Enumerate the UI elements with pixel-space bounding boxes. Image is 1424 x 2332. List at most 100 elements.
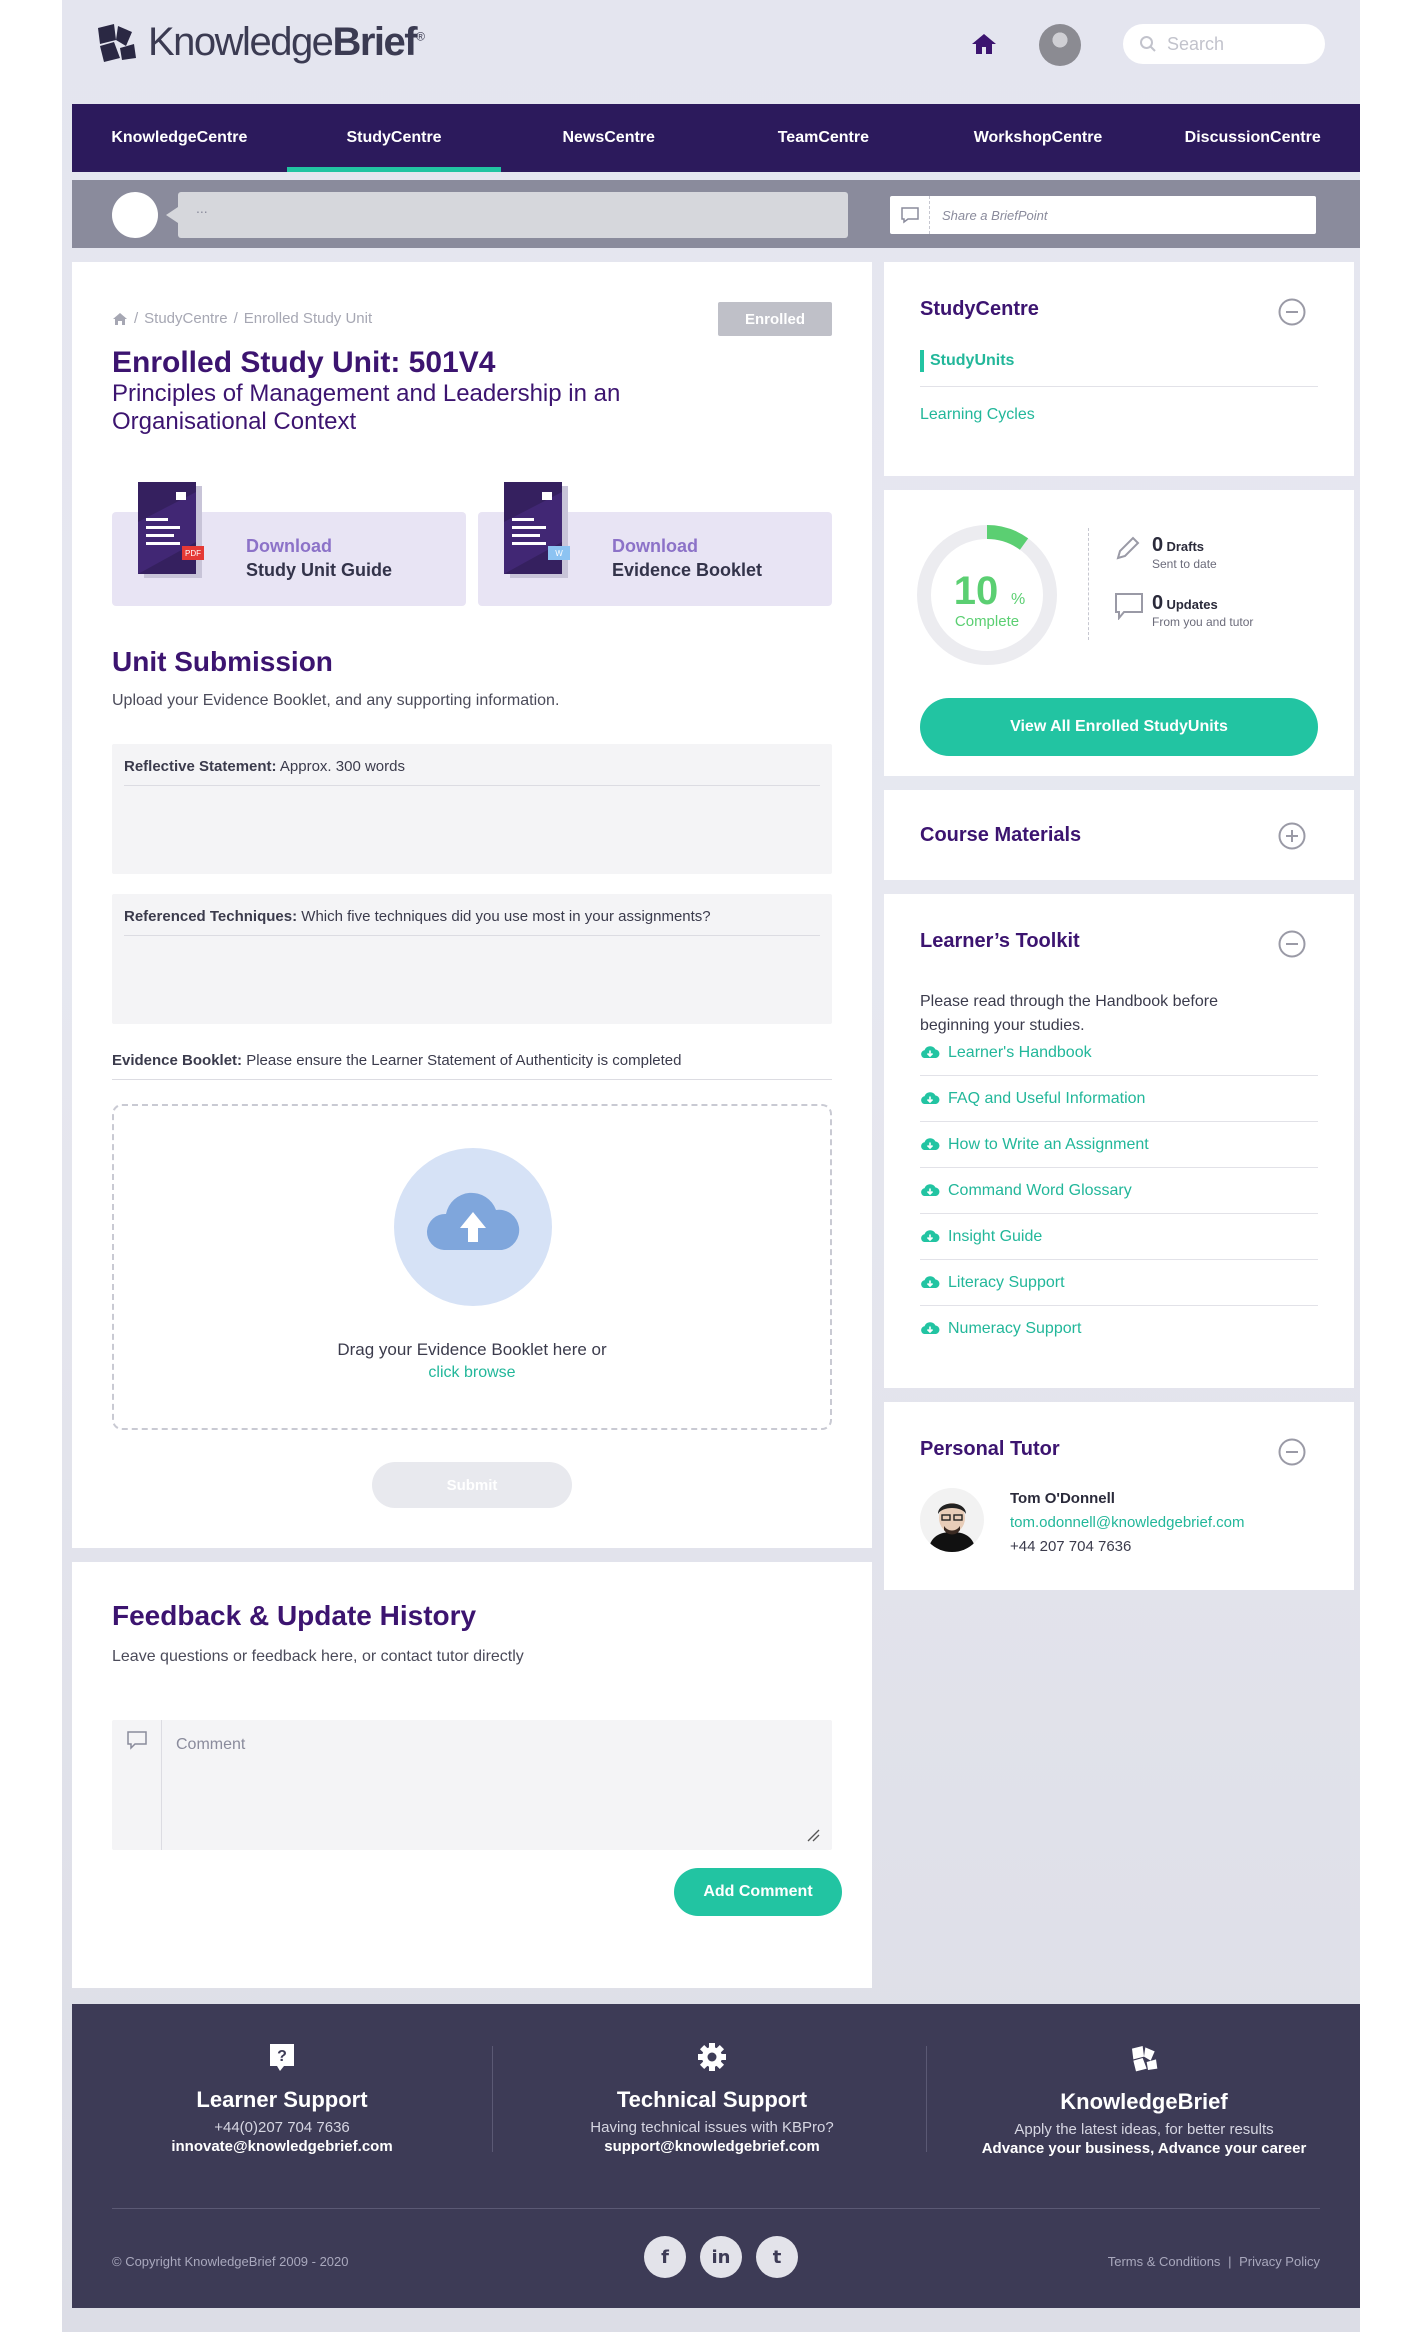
- progress-complete-label: Complete: [955, 613, 1019, 630]
- updates-stat: 0 Updates From you and tutor: [1152, 592, 1254, 629]
- toolkit-link-label: Literacy Support: [948, 1273, 1065, 1291]
- main-nav: KnowledgeCentre StudyCentre NewsCentre T…: [72, 104, 1360, 172]
- briefpoint-avatar: [112, 192, 158, 238]
- referenced-techniques-field[interactable]: Referenced Techniques: Which five techni…: [112, 894, 832, 1024]
- home-breadcrumb-icon[interactable]: [112, 312, 128, 326]
- toolkit-link-label: Numeracy Support: [948, 1320, 1082, 1337]
- view-all-studyunits-button[interactable]: View All Enrolled StudyUnits: [920, 698, 1318, 756]
- breadcrumb-studycentre[interactable]: StudyCentre: [144, 310, 227, 327]
- briefpoint-bar: ... Share a BriefPoint: [72, 180, 1360, 248]
- comment-input[interactable]: Comment: [112, 1720, 832, 1850]
- add-comment-button[interactable]: Add Comment: [674, 1868, 842, 1916]
- home-icon[interactable]: [968, 28, 1000, 60]
- search-box[interactable]: Search: [1123, 24, 1325, 64]
- expand-icon[interactable]: [1278, 822, 1306, 850]
- download-evidence-booklet[interactable]: W Download Evidence Booklet: [478, 482, 832, 606]
- reflective-statement-field[interactable]: Reflective Statement: Approx. 300 words: [112, 744, 832, 874]
- personal-tutor-panel: Personal Tutor Tom O'Donnell tom.odonnel…: [884, 1402, 1354, 1590]
- nav-newscentre[interactable]: NewsCentre: [501, 104, 716, 172]
- download-study-unit-guide[interactable]: PDF Download Study Unit Guide: [112, 482, 466, 606]
- learner-support-email[interactable]: innovate@knowledgebrief.com: [72, 2138, 492, 2155]
- learners-toolkit-panel: Learner’s Toolkit Please read through th…: [884, 894, 1354, 1388]
- active-indicator: [920, 350, 924, 372]
- toolkit-link[interactable]: Learner's Handbook: [920, 1030, 1318, 1076]
- facebook-icon[interactable]: f: [644, 2236, 686, 2278]
- toolkit-link-label: How to Write an Assignment: [948, 1135, 1149, 1153]
- share-briefpoint-input[interactable]: Share a BriefPoint: [890, 196, 1316, 234]
- tutor-avatar: [920, 1488, 984, 1552]
- toolkit-link[interactable]: How to Write an Assignment: [920, 1122, 1318, 1168]
- unit-submission-heading: Unit Submission: [112, 646, 333, 677]
- cloud-download-icon: [921, 1229, 940, 1242]
- cloud-download-icon: [921, 1045, 940, 1058]
- unit-title: Enrolled Study Unit: 501V4: [112, 346, 496, 379]
- collapse-icon[interactable]: [1278, 298, 1306, 326]
- dropzone-text: Drag your Evidence Booklet here or: [337, 1340, 607, 1359]
- footer-technical-support: Technical Support Having technical issue…: [502, 2042, 922, 2155]
- toolkit-link-label: Learner's Handbook: [948, 1043, 1092, 1061]
- evidence-dropzone[interactable]: Drag your Evidence Booklet here or click…: [112, 1104, 832, 1430]
- nav-workshopcentre[interactable]: WorkshopCentre: [931, 104, 1146, 172]
- collapse-icon[interactable]: [1278, 1438, 1306, 1466]
- studycentre-panel: StudyCentre StudyUnits Learning Cycles: [884, 262, 1354, 476]
- privacy-link[interactable]: Privacy Policy: [1239, 2254, 1320, 2269]
- nav-studycentre[interactable]: StudyCentre: [286, 104, 502, 172]
- linkedin-icon[interactable]: in: [700, 2236, 742, 2278]
- toolkit-link[interactable]: Numeracy Support: [920, 1306, 1318, 1352]
- header: KnowledgeBrief® Search: [62, 0, 1360, 104]
- unit-subtitle: Principles of Management and Leadership …: [112, 380, 621, 435]
- download-label: Download: [246, 536, 332, 556]
- toolkit-link[interactable]: FAQ and Useful Information: [920, 1076, 1318, 1122]
- nav-discussioncentre[interactable]: DiscussionCentre: [1145, 104, 1360, 172]
- nav-knowledgecentre[interactable]: KnowledgeCentre: [72, 104, 287, 172]
- cloud-download-icon: [921, 1137, 940, 1150]
- legal-links: Terms & Conditions | Privacy Policy: [1107, 2254, 1320, 2269]
- nav-teamcentre[interactable]: TeamCentre: [716, 104, 931, 172]
- terms-link[interactable]: Terms & Conditions: [1108, 2254, 1221, 2269]
- breadcrumb: / StudyCentre / Enrolled Study Unit: [112, 310, 372, 327]
- twitter-icon[interactable]: t: [756, 2236, 798, 2278]
- download-label: Download: [612, 536, 698, 556]
- progress-ring: 10 % Complete: [917, 525, 1057, 665]
- footer-learner-support: ? Learner Support +44(0)207 704 7636 inn…: [72, 2042, 492, 2155]
- gear-icon: [698, 2043, 726, 2071]
- page-frame: KnowledgeBrief® Search KnowledgeCentre S…: [62, 0, 1360, 2332]
- tutor-phone: +44 207 704 7636: [1010, 1538, 1132, 1555]
- evidence-booklet-label: Evidence Booklet: Please ensure the Lear…: [112, 1052, 832, 1080]
- social-links: f in t: [644, 2236, 798, 2278]
- browse-link[interactable]: click browse: [114, 1364, 830, 1382]
- feedback-heading: Feedback & Update History: [112, 1600, 477, 1631]
- toolkit-link[interactable]: Insight Guide: [920, 1214, 1318, 1260]
- progress-panel: 10 % Complete 0 Drafts Sent to date 0 Upd…: [884, 490, 1354, 776]
- course-materials-panel: Course Materials: [884, 790, 1354, 880]
- feedback-card: Feedback & Update History Leave question…: [72, 1562, 872, 1988]
- logo[interactable]: KnowledgeBrief®: [92, 18, 425, 66]
- cloud-download-icon: [921, 1275, 940, 1288]
- user-avatar[interactable]: [1039, 24, 1081, 66]
- technical-support-email[interactable]: support@knowledgebrief.com: [502, 2138, 922, 2155]
- unit-submission-intro: Upload your Evidence Booklet, and any su…: [112, 692, 560, 709]
- search-icon: [1140, 36, 1156, 52]
- svg-text:%: %: [1011, 591, 1025, 608]
- submit-button[interactable]: Submit: [372, 1462, 572, 1508]
- logo-text: KnowledgeBrief®: [148, 19, 425, 64]
- sidebar-item-studyunits[interactable]: StudyUnits: [930, 352, 1014, 370]
- toolkit-link[interactable]: Literacy Support: [920, 1260, 1318, 1306]
- feedback-intro: Leave questions or feedback here, or con…: [112, 1648, 524, 1665]
- study-unit-card: / StudyCentre / Enrolled Study Unit Enro…: [72, 262, 872, 1548]
- toolkit-link[interactable]: Command Word Glossary: [920, 1168, 1318, 1214]
- speech-bubble-icon: [890, 196, 930, 234]
- resize-grip-icon[interactable]: [806, 1828, 820, 1842]
- comment-placeholder: Comment: [176, 1736, 246, 1753]
- toolkit-link-label: Insight Guide: [948, 1227, 1043, 1245]
- collapse-icon[interactable]: [1278, 930, 1306, 958]
- logo-mark-icon: [98, 24, 136, 62]
- course-materials-title: Course Materials: [920, 824, 1082, 846]
- tutor-email-link[interactable]: tom.odonnell@knowledgebrief.com: [1010, 1514, 1245, 1531]
- document-pdf-icon: PDF: [138, 482, 204, 578]
- briefpoint-bubble: ...: [166, 192, 848, 238]
- svg-text:W: W: [555, 549, 563, 558]
- svg-text:PDF: PDF: [185, 549, 201, 558]
- progress-percent: 10: [954, 569, 999, 613]
- sidebar-item-learning-cycles[interactable]: Learning Cycles: [920, 406, 1035, 424]
